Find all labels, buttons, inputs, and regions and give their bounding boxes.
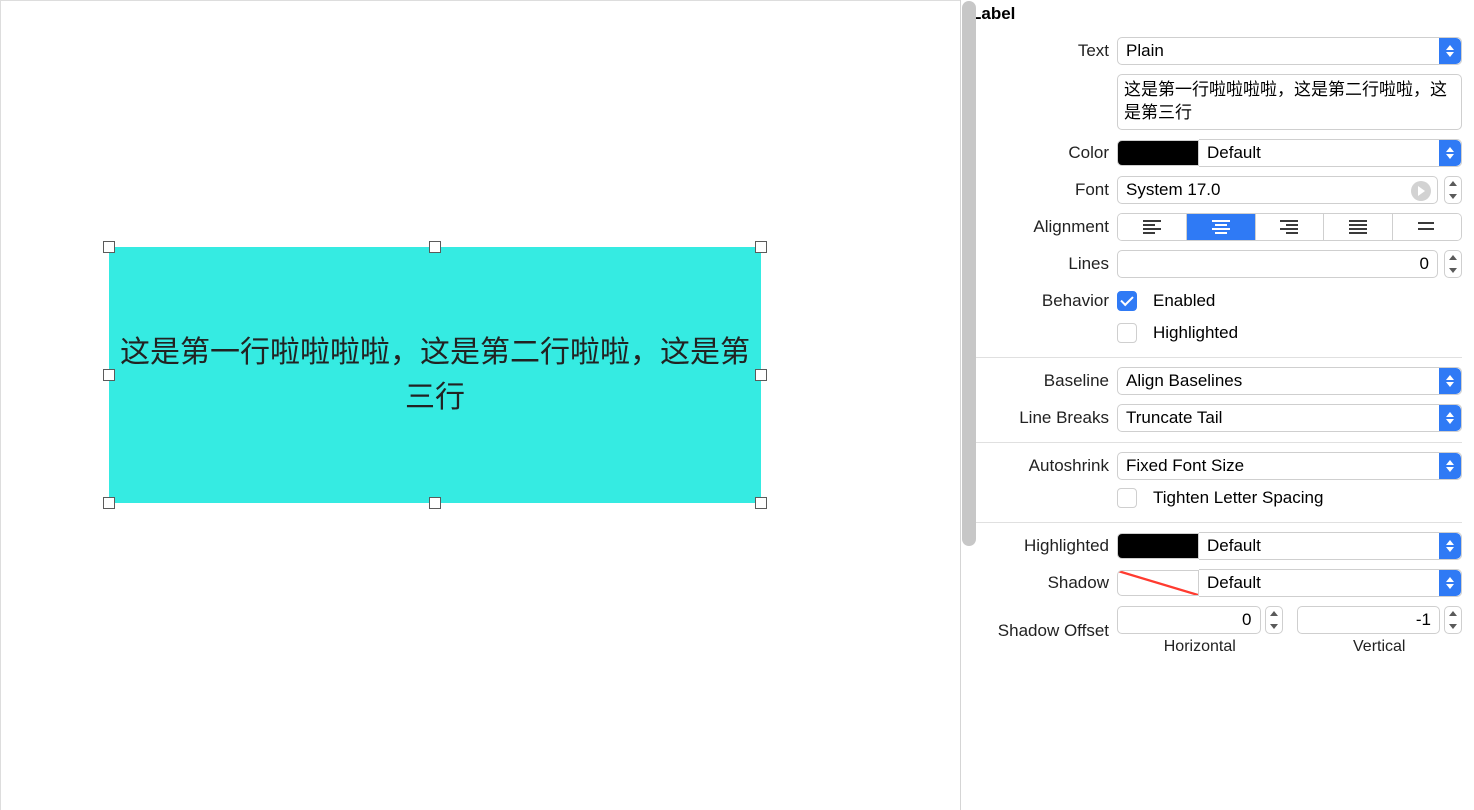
popup-arrows-icon — [1439, 570, 1461, 596]
shadow-offset-horizontal-sublabel: Horizontal — [1164, 638, 1236, 656]
font-value: System 17.0 — [1126, 180, 1221, 200]
text-label: Text — [969, 41, 1117, 61]
autoshrink-label: Autoshrink — [969, 456, 1117, 476]
enabled-checkbox[interactable] — [1117, 291, 1137, 311]
shadow-offset-horizontal-field[interactable]: 0 — [1117, 606, 1261, 634]
shadow-color-swatch[interactable] — [1117, 570, 1199, 596]
align-left-icon[interactable] — [1118, 214, 1187, 240]
text-color-value: Default — [1207, 143, 1261, 163]
highlighted-color-swatch[interactable] — [1117, 533, 1199, 559]
resize-handle-middle-right[interactable] — [755, 369, 767, 381]
baseline-popup[interactable]: Align Baselines — [1117, 367, 1462, 395]
divider — [969, 357, 1462, 358]
align-center-icon[interactable] — [1187, 214, 1256, 240]
text-color-swatch[interactable] — [1117, 140, 1199, 166]
resize-handle-bottom-left[interactable] — [103, 497, 115, 509]
line-breaks-label: Line Breaks — [969, 408, 1117, 428]
alignment-label: Alignment — [969, 217, 1117, 237]
selected-uilabel[interactable]: 这是第一行啦啦啦啦，这是第二行啦啦，这是第三行 — [109, 247, 761, 503]
align-right-icon[interactable] — [1256, 214, 1325, 240]
enabled-label: Enabled — [1153, 291, 1215, 311]
resize-handle-middle-left[interactable] — [103, 369, 115, 381]
scrollbar-thumb[interactable] — [962, 1, 976, 546]
attributes-inspector: Label Text Plain 这是第一行啦啦啦啦，这是第二行啦啦，这是第三行… — [960, 0, 1474, 810]
highlighted-state-checkbox[interactable] — [1117, 323, 1137, 343]
highlighted-color-popup[interactable]: Default — [1199, 532, 1462, 560]
shadow-offset-vertical-stepper[interactable] — [1444, 606, 1462, 634]
align-natural-icon[interactable] — [1393, 214, 1461, 240]
text-style-popup[interactable]: Plain — [1117, 37, 1462, 65]
label-text: 这是第一行啦啦啦啦，这是第二行啦啦，这是第三行 — [109, 330, 761, 420]
text-color-popup[interactable]: Default — [1199, 139, 1462, 167]
font-label: Font — [969, 180, 1117, 200]
resize-handle-bottom-right[interactable] — [755, 497, 767, 509]
text-content-field[interactable]: 这是第一行啦啦啦啦，这是第二行啦啦，这是第三行 — [1117, 74, 1462, 130]
resize-handle-bottom-center[interactable] — [429, 497, 441, 509]
text-style-value: Plain — [1126, 41, 1164, 61]
popup-arrows-icon — [1439, 405, 1461, 431]
popup-arrows-icon — [1439, 453, 1461, 479]
align-justify-icon[interactable] — [1324, 214, 1393, 240]
section-title: Label — [969, 0, 1462, 28]
shadow-color-popup[interactable]: Default — [1199, 569, 1462, 597]
tighten-letter-spacing-label: Tighten Letter Spacing — [1153, 488, 1323, 508]
alignment-segmented[interactable] — [1117, 213, 1462, 241]
tighten-letter-spacing-checkbox[interactable] — [1117, 488, 1137, 508]
popup-arrows-icon — [1439, 533, 1461, 559]
popup-arrows-icon — [1439, 368, 1461, 394]
shadow-offset-horizontal-stepper[interactable] — [1265, 606, 1283, 634]
shadow-offset-label: Shadow Offset — [969, 621, 1117, 641]
popup-arrows-icon — [1439, 38, 1461, 64]
shadow-offset-vertical-sublabel: Vertical — [1353, 638, 1405, 656]
divider — [969, 442, 1462, 443]
behavior-label: Behavior — [969, 291, 1117, 311]
highlighted-state-label: Highlighted — [1153, 323, 1238, 343]
canvas[interactable]: 这是第一行啦啦啦啦，这是第二行啦啦，这是第三行 — [0, 0, 960, 810]
shadow-label: Shadow — [969, 573, 1117, 593]
baseline-label: Baseline — [969, 371, 1117, 391]
autoshrink-popup[interactable]: Fixed Font Size — [1117, 452, 1462, 480]
highlighted-color-label: Highlighted — [969, 536, 1117, 556]
lines-label: Lines — [969, 254, 1117, 274]
lines-stepper[interactable] — [1444, 250, 1462, 278]
font-field[interactable]: System 17.0 — [1117, 176, 1438, 204]
line-breaks-popup[interactable]: Truncate Tail — [1117, 404, 1462, 432]
resize-handle-top-right[interactable] — [755, 241, 767, 253]
divider — [969, 522, 1462, 523]
lines-field[interactable]: 0 — [1117, 250, 1438, 278]
popup-arrows-icon — [1439, 140, 1461, 166]
color-label: Color — [969, 143, 1117, 163]
font-size-stepper[interactable] — [1444, 176, 1462, 204]
resize-handle-top-center[interactable] — [429, 241, 441, 253]
shadow-offset-vertical-field[interactable]: -1 — [1297, 606, 1441, 634]
font-picker-icon[interactable] — [1411, 181, 1431, 201]
resize-handle-top-left[interactable] — [103, 241, 115, 253]
